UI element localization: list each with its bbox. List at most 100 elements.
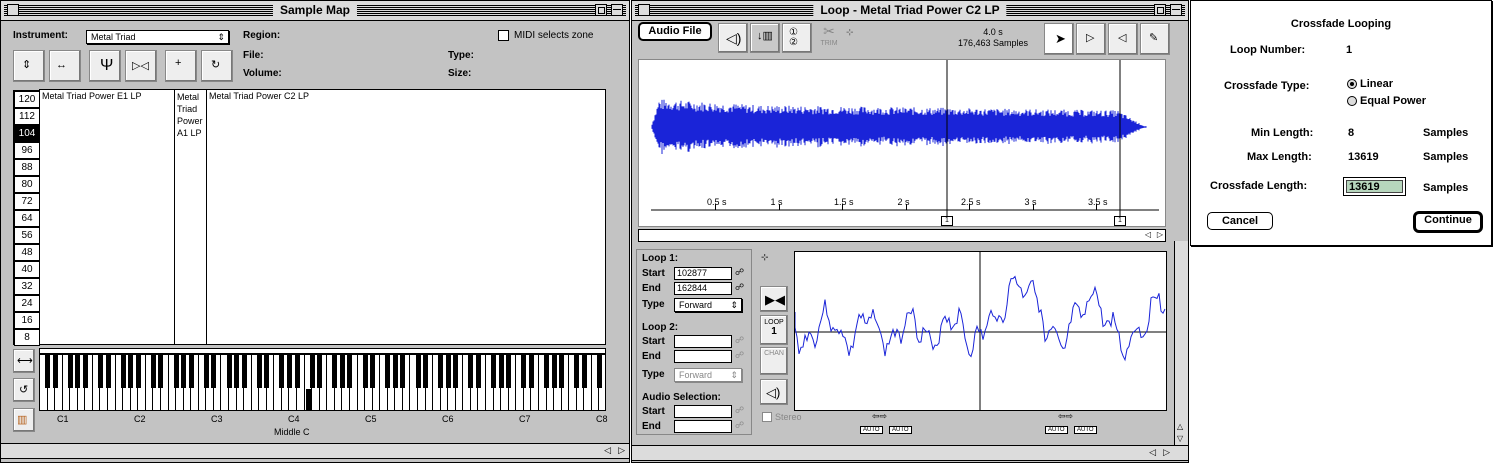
piano-black-key[interactable] (347, 355, 353, 388)
loop-zone-tool-button[interactable]: ↻ (201, 50, 233, 82)
piano-black-key[interactable] (332, 355, 338, 388)
piano-black-key[interactable] (528, 355, 534, 388)
piano-black-key[interactable] (82, 355, 88, 388)
velocity-row[interactable]: 88 (14, 159, 40, 176)
piano-black-key[interactable] (551, 355, 557, 388)
piano-black-key[interactable] (385, 355, 391, 388)
loop2-start-link-icon[interactable]: ☍ (735, 335, 744, 346)
piano-black-key[interactable] (173, 355, 179, 388)
piano-black-key[interactable] (475, 355, 481, 388)
velocity-row[interactable]: 56 (14, 227, 40, 244)
audio-file-button[interactable]: Audio File (638, 22, 712, 41)
collapse-box-icon[interactable] (611, 4, 623, 16)
velocity-row[interactable]: 96 (14, 142, 40, 159)
piano-black-key[interactable] (415, 355, 421, 388)
piano-black-key[interactable] (453, 355, 459, 388)
loop-titlebar[interactable]: Loop - Metal Triad Power C2 LP (632, 1, 1188, 21)
piano-black-key[interactable] (506, 355, 512, 388)
loop2-end-field[interactable] (674, 350, 732, 363)
piano-black-key[interactable] (491, 355, 497, 388)
loop2-start-field[interactable] (674, 335, 732, 348)
piano-black-key[interactable] (392, 355, 398, 388)
piano-black-key[interactable] (135, 355, 141, 388)
velocity-row[interactable]: 24 (14, 295, 40, 312)
close-box-icon[interactable] (7, 4, 19, 16)
zone-a1[interactable]: Metal Triad Power A1 LP (175, 90, 207, 344)
velocity-row[interactable]: 80 (14, 176, 40, 193)
horizontal-stretch-tool-button[interactable]: ↔ (49, 50, 81, 82)
piano-black-key[interactable] (105, 355, 111, 388)
crossfade-button[interactable]: ▶◀ (760, 286, 788, 312)
loop1-end-field[interactable]: 162844 (674, 282, 732, 295)
speaker-button[interactable]: ◁) (718, 23, 748, 53)
loop1-start-link-icon[interactable]: ☍ (735, 267, 744, 278)
velocity-row[interactable]: 120 (14, 91, 40, 108)
loop-speaker-button[interactable]: ◁) (760, 379, 788, 405)
piano-black-key[interactable] (423, 355, 429, 388)
continue-button[interactable]: Continue (1413, 211, 1483, 233)
auto-right-2-button[interactable]: AUTO (1074, 426, 1097, 434)
zone-map-area[interactable]: Metal Triad Power E1 LP Metal Triad Powe… (39, 89, 606, 345)
piano-black-key[interactable] (241, 355, 247, 388)
piano-black-key[interactable] (309, 355, 315, 388)
piano-black-key[interactable] (226, 355, 232, 388)
selection-end-link-icon[interactable]: ☍ (735, 420, 744, 431)
auto-right-1-button[interactable]: AUTO (1045, 426, 1068, 434)
loop-end-marker[interactable]: 1 (1114, 216, 1126, 226)
loop-start-tool-button[interactable]: ▷ (1076, 23, 1106, 55)
arrow-tool-button[interactable]: ➤ (1044, 23, 1074, 55)
piano-black-key[interactable] (75, 355, 81, 388)
zoom-box-icon[interactable] (1154, 4, 1166, 16)
equal-power-radio[interactable]: Equal Power (1347, 95, 1426, 107)
tuning-fork-tool-button[interactable]: Ψ (89, 50, 121, 82)
zone-c2[interactable]: Metal Triad Power C2 LP (207, 90, 605, 344)
piano-black-key[interactable] (181, 355, 187, 388)
piano-black-key[interactable] (234, 355, 240, 388)
loop1-start-field[interactable]: 102877 (674, 267, 732, 280)
keyboard-view-tool-button[interactable]: ▥ (13, 408, 35, 432)
piano-black-key[interactable] (128, 355, 134, 388)
selection-start-link-icon[interactable]: ☍ (735, 405, 744, 416)
piano-black-key[interactable] (559, 355, 565, 388)
velocity-row[interactable]: 104 (14, 125, 40, 142)
selection-end-field[interactable] (674, 420, 732, 433)
piano-black-key[interactable] (400, 355, 406, 388)
keyboard-range-tool-button[interactable]: ⟷ (13, 349, 35, 373)
piano-black-key[interactable] (339, 355, 345, 388)
zoom-arrows-icon[interactable]: ⊹ (761, 252, 769, 263)
waveform-overview[interactable]: 0.5 s 1 s 1.5 s 2 s 2.5 s 3 s 3.5 s 1 1 (638, 59, 1166, 227)
move-arrows-icon[interactable]: ⊹ (846, 27, 854, 38)
piano-black-key[interactable] (498, 355, 504, 388)
loop-end-tool-button[interactable]: ◁ (1108, 23, 1138, 55)
scroll-left-icon[interactable]: ◁ (1149, 447, 1156, 458)
piano-black-key[interactable] (468, 355, 474, 388)
loop2-type-popup[interactable]: Forward ⇕ (674, 368, 742, 382)
horizontal-scrollbar[interactable]: ◁ ▷ (1, 443, 629, 459)
linear-radio[interactable]: Linear (1347, 78, 1393, 90)
eraser-tool-button[interactable]: ✎ (1140, 23, 1170, 55)
vertical-scrollbar[interactable]: △ ▽ (1174, 241, 1188, 446)
piano-black-key[interactable] (67, 355, 73, 388)
midi-selects-zone-checkbox[interactable] (498, 30, 509, 41)
velocity-row[interactable]: 112 (14, 108, 40, 125)
auto-left-2-button[interactable]: AUTO (889, 426, 912, 434)
vertical-stretch-tool-button[interactable]: ⇕ (13, 50, 45, 82)
overview-scrollbar[interactable]: ◁ ▷ (638, 229, 1166, 242)
auto-left-1-button[interactable]: AUTO (860, 426, 883, 434)
loop-splice-view[interactable] (794, 251, 1167, 411)
piano-black-key[interactable] (294, 355, 300, 388)
keyboard-select-button[interactable]: ↓▥ (750, 23, 780, 53)
velocity-row[interactable]: 48 (14, 244, 40, 261)
instrument-popup[interactable]: Metal Triad ⇕ (86, 30, 229, 44)
piano-black-key[interactable] (256, 355, 262, 388)
velocity-row[interactable]: 64 (14, 210, 40, 227)
channel-swap-button[interactable]: ①② (782, 23, 812, 53)
piano-black-key[interactable] (445, 355, 451, 388)
piano-black-key[interactable] (279, 355, 285, 388)
piano-black-key[interactable] (203, 355, 209, 388)
horizontal-scrollbar[interactable]: ◁ ▷ (632, 445, 1188, 461)
trim-button[interactable]: ✂ TRIM (814, 23, 844, 53)
nudge-right-icon[interactable]: ⇦⇨ (1058, 411, 1073, 422)
nudge-left-icon[interactable]: ⇦⇨ (872, 411, 887, 422)
close-box-icon[interactable] (638, 4, 650, 16)
